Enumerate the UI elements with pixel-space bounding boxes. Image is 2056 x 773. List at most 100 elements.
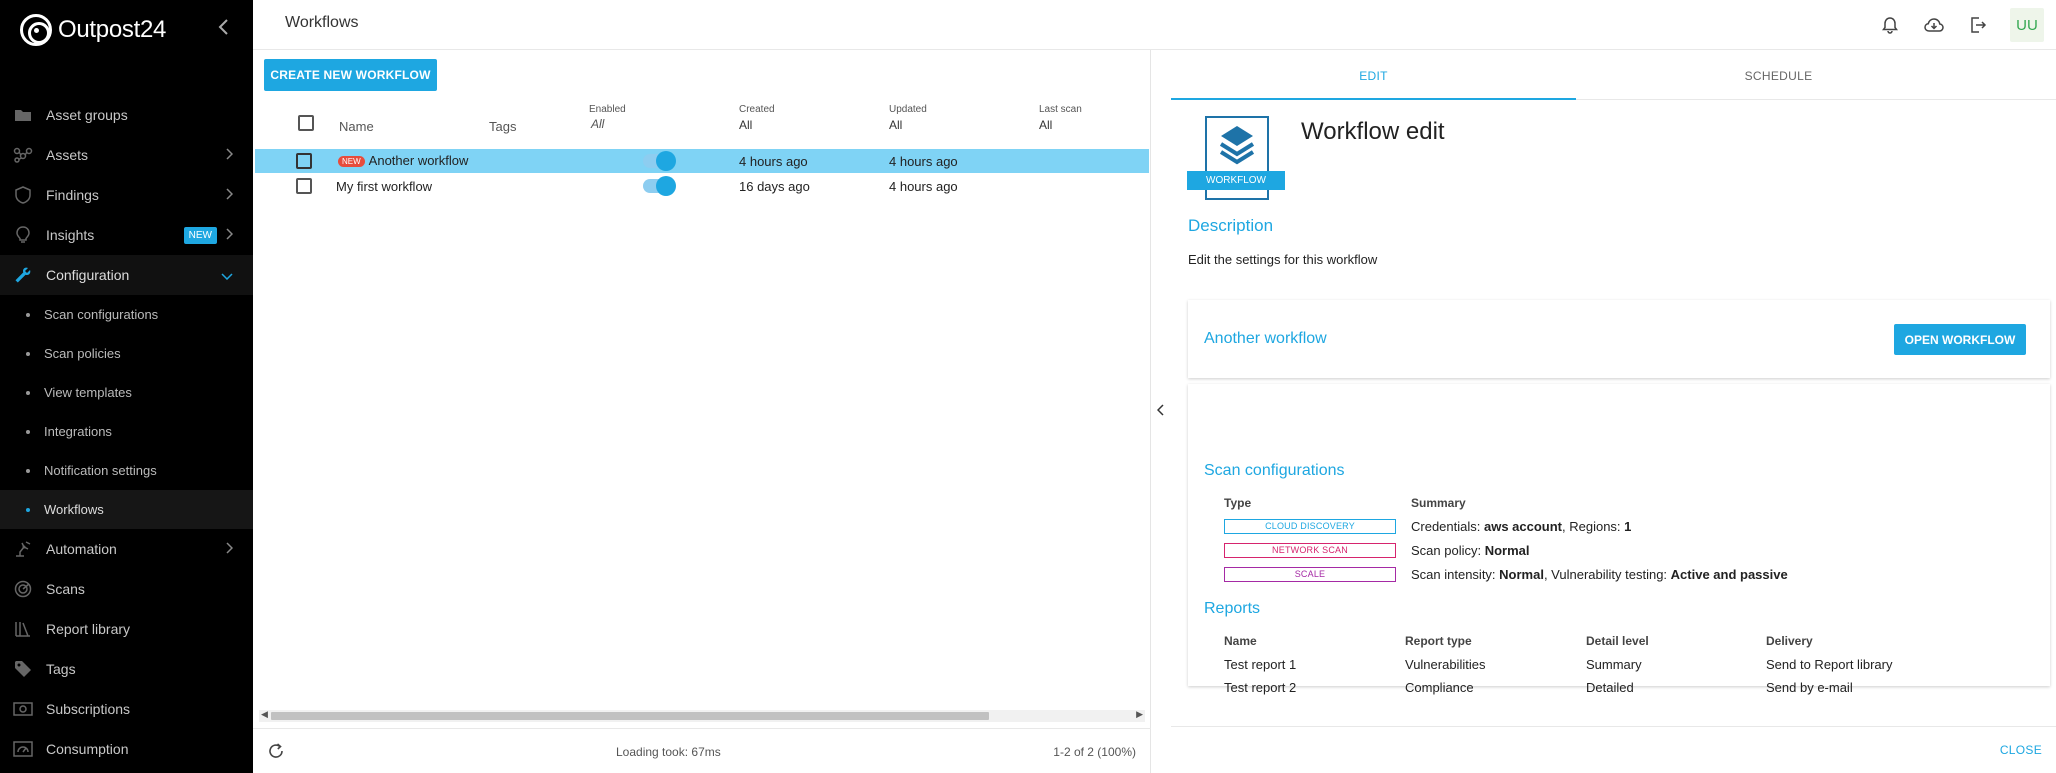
wrench-icon	[12, 266, 34, 284]
bullet-icon	[26, 429, 30, 434]
bullet-icon	[26, 507, 30, 512]
horizontal-scrollbar[interactable]: ◀ ▶	[259, 709, 1145, 722]
table-header: Name Tags Enabled All Created All Update…	[253, 102, 1151, 147]
sidebar-item-label: Configuration	[46, 267, 130, 283]
shield-icon	[12, 186, 34, 204]
chevron-left-icon	[1156, 404, 1164, 416]
column-header-tags[interactable]: Tags	[489, 119, 516, 134]
column-header-created[interactable]: Created	[739, 104, 775, 115]
sidebar: Outpost24 Asset groups Assets Findings I…	[0, 0, 253, 773]
chevron-right-icon	[225, 541, 234, 557]
sidebar-item-insights[interactable]: Insights NEW	[0, 215, 253, 255]
workflow-icon-label: WORKFLOW	[1187, 171, 1285, 190]
sidebar-item-findings[interactable]: Findings	[0, 175, 253, 215]
enabled-toggle[interactable]	[643, 176, 676, 196]
sidebar-subitem-integrations[interactable]: Integrations	[0, 412, 253, 451]
workflow-name[interactable]: My first workflow	[336, 179, 432, 194]
collapse-sidebar-button[interactable]	[212, 17, 234, 41]
column-header-last-scan[interactable]: Last scan	[1039, 104, 1082, 115]
robot-arm-icon	[12, 540, 34, 558]
description-heading: Description	[1188, 216, 1274, 235]
notifications-button[interactable]	[1868, 0, 1912, 50]
logout-icon	[1971, 17, 1987, 33]
last-scan-filter[interactable]: All	[1039, 118, 1052, 132]
sidebar-subitem-scan-policies[interactable]: Scan policies	[0, 334, 253, 373]
sidebar-subitem-label: Notification settings	[44, 463, 157, 478]
sidebar-item-subscriptions[interactable]: Subscriptions	[0, 689, 253, 729]
scan-config-summary: Credentials: aws account, Regions: 1	[1411, 519, 1631, 534]
sidebar-item-label: Findings	[46, 187, 99, 203]
updated-cell: 4 hours ago	[889, 154, 958, 169]
loading-time: Loading took: 67ms	[616, 745, 721, 759]
scan-config-summary: Scan policy: Normal	[1411, 543, 1530, 558]
sidebar-item-consumption[interactable]: Consumption	[0, 729, 253, 769]
report-detail-level: Summary	[1586, 657, 1642, 672]
bell-icon	[1882, 17, 1898, 34]
cloud-download-icon	[1924, 18, 1944, 32]
summary-value: Normal	[1499, 567, 1544, 582]
enabled-filter[interactable]: All	[591, 117, 604, 131]
row-checkbox[interactable]	[296, 178, 312, 194]
sidebar-subitem-label: Scan policies	[44, 346, 121, 361]
sidebar-subitem-label: View templates	[44, 385, 132, 400]
column-header-name[interactable]: Name	[339, 119, 374, 134]
logo[interactable]: Outpost24	[20, 14, 166, 46]
column-header-delivery: Delivery	[1766, 634, 1813, 648]
sidebar-item-tags[interactable]: Tags	[0, 649, 253, 689]
report-type: Compliance	[1405, 680, 1474, 695]
scan-config-summary: Scan intensity: Normal, Vulnerability te…	[1411, 567, 1788, 582]
network-icon	[12, 146, 34, 164]
table-row[interactable]: My first workflow 16 days ago 4 hours ag…	[255, 174, 1149, 198]
sidebar-nav: Asset groups Assets Findings Insights NE…	[0, 95, 253, 769]
sidebar-subitem-view-templates[interactable]: View templates	[0, 373, 253, 412]
toggle-knob	[656, 151, 676, 171]
column-header-detail-level: Detail level	[1586, 634, 1649, 648]
workflow-name[interactable]: NEW Another workflow	[338, 153, 468, 168]
detail-tabs: EDIT SCHEDULE	[1171, 50, 2056, 100]
description-text: Edit the settings for this workflow	[1188, 252, 1378, 267]
scroll-right-icon[interactable]: ▶	[1136, 709, 1143, 720]
create-new-workflow-button[interactable]: CREATE NEW WORKFLOW	[264, 59, 437, 91]
enabled-toggle[interactable]	[643, 151, 676, 171]
summary-text: Scan intensity:	[1411, 567, 1500, 582]
updated-filter[interactable]: All	[889, 118, 902, 132]
bullet-icon	[26, 390, 30, 395]
library-icon	[12, 620, 34, 638]
created-filter[interactable]: All	[739, 118, 752, 132]
column-header-enabled[interactable]: Enabled	[589, 104, 626, 115]
sidebar-subitem-workflows[interactable]: Workflows	[0, 490, 253, 529]
logo-text: Outpost24	[58, 16, 167, 43]
row-checkbox[interactable]	[296, 153, 312, 169]
sidebar-subitem-notification-settings[interactable]: Notification settings	[0, 451, 253, 490]
sidebar-item-scans[interactable]: Scans	[0, 569, 253, 609]
sidebar-item-configuration[interactable]: Configuration	[0, 255, 253, 295]
tab-schedule[interactable]: SCHEDULE	[1576, 50, 1981, 100]
download-button[interactable]	[1912, 0, 1956, 50]
created-cell: 16 days ago	[739, 179, 810, 194]
open-workflow-button[interactable]: OPEN WORKFLOW	[1894, 324, 2026, 355]
collapse-detail-button[interactable]	[1151, 403, 1171, 423]
pagination-info: 1-2 of 2 (100%)	[1053, 745, 1136, 759]
scrollbar-thumb[interactable]	[271, 712, 989, 720]
workflow-name-heading: Another workflow	[1204, 330, 1327, 347]
sidebar-item-assets[interactable]: Assets	[0, 135, 253, 175]
sidebar-item-report-library[interactable]: Report library	[0, 609, 253, 649]
sidebar-item-automation[interactable]: Automation	[0, 529, 253, 569]
column-header-updated[interactable]: Updated	[889, 104, 927, 115]
gauge-icon	[12, 740, 34, 758]
sidebar-item-label: Consumption	[46, 741, 129, 757]
sidebar-subitem-scan-configurations[interactable]: Scan configurations	[0, 295, 253, 334]
money-icon	[12, 700, 34, 718]
detail-footer: CLOSE	[1171, 726, 2056, 773]
column-header-report-name: Name	[1224, 634, 1257, 648]
refresh-button[interactable]	[267, 742, 285, 760]
table-row[interactable]: NEW Another workflow 4 hours ago 4 hours …	[255, 149, 1149, 173]
select-all-checkbox[interactable]	[298, 115, 314, 131]
sidebar-item-asset-groups[interactable]: Asset groups	[0, 95, 253, 135]
scroll-left-icon[interactable]: ◀	[261, 709, 268, 720]
close-button[interactable]: CLOSE	[2000, 743, 2042, 757]
avatar[interactable]: UU	[2010, 8, 2044, 42]
tab-edit[interactable]: EDIT	[1171, 50, 1576, 100]
type-badge-network-scan: NETWORK SCAN	[1224, 543, 1396, 558]
logout-button[interactable]	[1956, 0, 2000, 50]
